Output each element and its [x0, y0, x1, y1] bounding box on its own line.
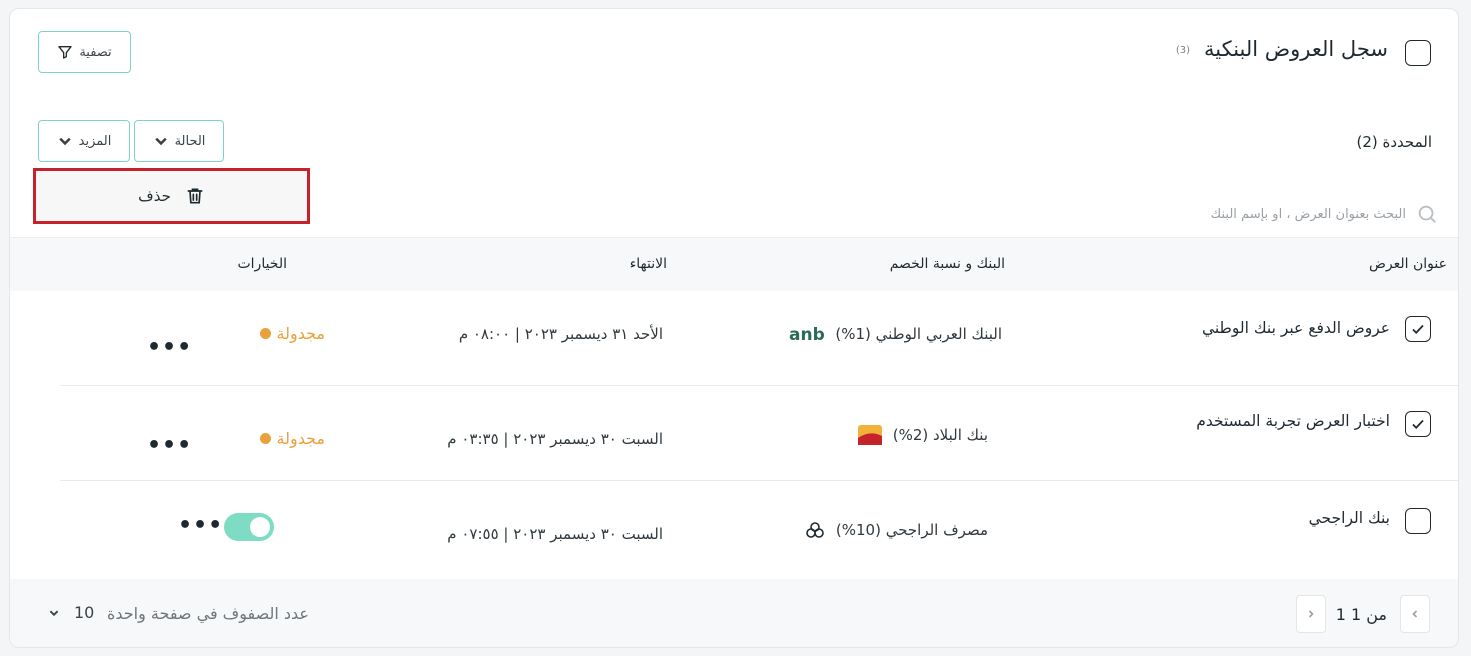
filter-button[interactable]: تصفية	[38, 31, 131, 73]
chevron-down-icon	[154, 137, 167, 146]
page-title: سجل العروض البنكية	[1204, 37, 1388, 61]
alrajhi-logo-icon	[804, 519, 826, 541]
chevron-right-icon	[1308, 610, 1314, 618]
search-icon	[1418, 205, 1436, 223]
row-options-button[interactable]: •••	[178, 515, 223, 537]
search-input[interactable]: البحث بعنوان العرض ، او بإسم البنك	[1211, 203, 1438, 225]
bank-name: بنك البلاد (2%)	[892, 426, 988, 444]
rows-per-page-label: عدد الصفوف في صفحة واحدة	[107, 604, 309, 623]
col-end: الانتهاء	[629, 256, 667, 272]
status-text: مجدولة	[276, 324, 325, 343]
row-checkbox[interactable]	[1405, 411, 1431, 437]
albilad-logo-icon	[857, 424, 883, 446]
check-icon	[1412, 324, 1424, 334]
bank-name: البنك العربي الوطني (1%)	[835, 325, 1002, 343]
filter-icon	[58, 46, 72, 59]
trash-icon	[187, 188, 203, 204]
chevron-down-icon	[58, 137, 71, 146]
row-checkbox[interactable]	[1405, 316, 1431, 342]
search-placeholder: البحث بعنوان العرض ، او بإسم البنك	[1210, 206, 1406, 222]
offer-title: اختبار العرض تجربة المستخدم	[1196, 412, 1390, 430]
table-row: اختبار العرض تجربة المستخدم بنك البلاد (…	[60, 386, 1458, 481]
offer-end-date: السبت ٣٠ ديسمبر ٢٠٢٣ | ٠٧:٥٥ م	[447, 525, 663, 543]
status-badge: مجدولة	[259, 324, 325, 343]
check-icon	[1412, 419, 1424, 429]
offer-title: عروض الدفع عبر بنك الوطني	[1201, 319, 1390, 337]
offer-active-toggle[interactable]	[224, 513, 274, 541]
rows-per-page-value: 10	[74, 603, 95, 622]
row-options-button[interactable]: •••	[147, 337, 192, 359]
pagination-next-button[interactable]	[1296, 595, 1326, 633]
status-badge: مجدولة	[259, 429, 325, 448]
filter-label: تصفية	[79, 44, 112, 60]
pagination-prev-button[interactable]	[1400, 595, 1430, 633]
table-footer: 1 من 1 عدد الصفوف في صفحة واحدة 10	[10, 579, 1458, 647]
col-title: عنوان العرض	[1369, 256, 1447, 272]
more-dropdown-label: المزيد	[78, 133, 112, 149]
bank-info: بنك البلاد (2%)	[857, 424, 988, 446]
col-options: الخيارات	[237, 256, 287, 272]
bank-info: مصرف الراجحي (10%)	[804, 519, 988, 541]
table-row: بنك الراجحي مصرف الراجحي (10%) السبت ٣٠ …	[60, 481, 1458, 576]
offer-end-date: الأحد ٣١ ديسمبر ٢٠٢٣ | ٠٨:٠٠ م	[458, 325, 663, 343]
delete-action[interactable]: حذف	[33, 168, 310, 224]
anb-logo-icon: anb	[789, 325, 825, 343]
svg-text:anb: anb	[789, 325, 825, 343]
delete-label: حذف	[138, 187, 171, 205]
status-dot	[259, 328, 271, 339]
bank-name: مصرف الراجحي (10%)	[835, 521, 988, 539]
status-text: مجدولة	[276, 429, 325, 448]
selected-count: المحددة (2)	[1356, 133, 1432, 151]
page-info: 1 من 1	[1335, 605, 1387, 624]
row-checkbox[interactable]	[1405, 508, 1431, 534]
offer-end-date: السبت ٣٠ ديسمبر ٢٠٢٣ | ٠٣:٣٥ م	[447, 430, 663, 448]
toggle-knob	[250, 517, 270, 537]
status-dot	[259, 433, 271, 444]
offers-count: (3)	[1175, 45, 1190, 56]
select-all-checkbox[interactable]	[1405, 40, 1431, 66]
status-dropdown-label: الحالة	[174, 133, 206, 149]
col-bank: البنك و نسبة الخصم	[889, 256, 1005, 272]
table-row: عروض الدفع عبر بنك الوطني anb البنك العر…	[60, 291, 1458, 386]
chevron-down-icon	[49, 610, 59, 616]
table-header: عنوان العرض البنك و نسبة الخصم الانتهاء …	[10, 237, 1458, 291]
row-options-button[interactable]: •••	[147, 435, 192, 457]
bank-info: anb البنك العربي الوطني (1%)	[789, 325, 1002, 343]
offer-title: بنك الراجحي	[1308, 509, 1390, 527]
chevron-left-icon	[1412, 610, 1418, 618]
status-dropdown[interactable]: الحالة	[134, 120, 224, 162]
more-dropdown[interactable]: المزيد	[38, 120, 130, 162]
offers-card: سجل العروض البنكية (3) تصفية المحددة (2)…	[9, 8, 1459, 648]
rows-per-page-select[interactable]: 10	[48, 603, 94, 622]
